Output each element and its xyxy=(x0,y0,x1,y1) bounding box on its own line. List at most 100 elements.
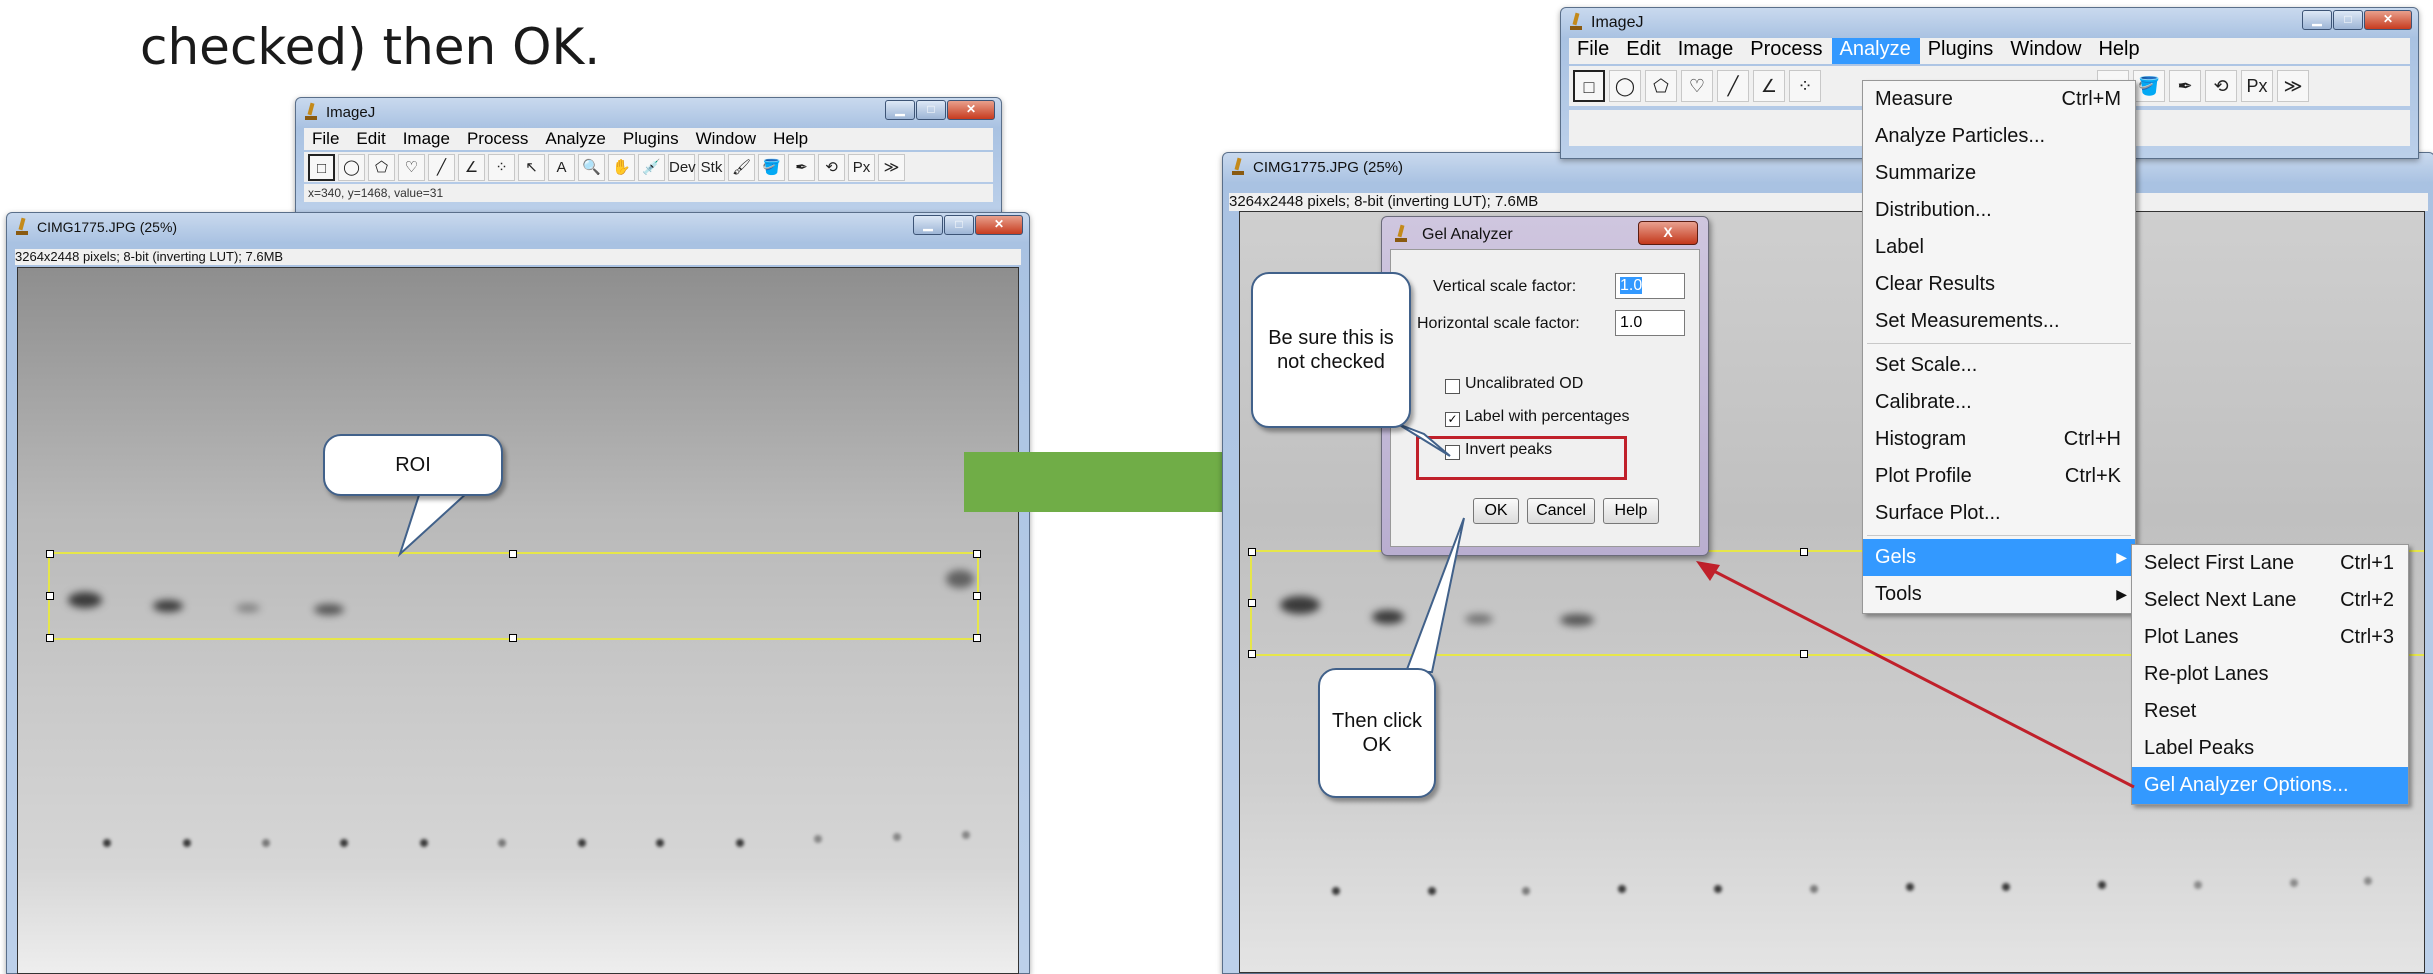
close-button[interactable]: ✕ xyxy=(975,215,1023,235)
maximize-button[interactable]: □ xyxy=(2333,10,2363,30)
close-button[interactable]: ✕ xyxy=(947,100,995,120)
tool-icon[interactable]: ◯ xyxy=(338,153,365,181)
tool-icon[interactable]: □ xyxy=(1573,70,1605,102)
menu-item-set-scale[interactable]: Set Scale... xyxy=(1863,347,2135,384)
tool-icon[interactable]: ⁘ xyxy=(488,153,515,181)
menu-analyze[interactable]: Analyze xyxy=(1831,38,1920,64)
help-button[interactable]: Help xyxy=(1603,498,1659,524)
tool-icon[interactable]: ∠ xyxy=(458,153,485,181)
menu-item-plot-profile[interactable]: Plot Profile Ctrl+K xyxy=(1863,458,2135,495)
menu-process[interactable]: Process xyxy=(459,128,537,150)
menu-image[interactable]: Image xyxy=(395,128,459,150)
menu-image[interactable]: Image xyxy=(1670,38,1743,64)
roi-handle[interactable] xyxy=(1800,548,1808,556)
roi-handle[interactable] xyxy=(1248,548,1256,556)
menu-analyze[interactable]: Analyze xyxy=(537,128,614,150)
titlebar[interactable]: CIMG1775.JPG (25%) ▁ □ ✕ xyxy=(7,213,1029,241)
minimize-button[interactable]: ▁ xyxy=(2302,10,2332,30)
titlebar[interactable]: ImageJ ▁ □ ✕ xyxy=(1561,8,2418,36)
tool-icon[interactable]: ╱ xyxy=(1717,70,1749,102)
menu-item-set-measurements[interactable]: Set Measurements... xyxy=(1863,303,2135,340)
menu-item-tools[interactable]: Tools ▶ xyxy=(1863,576,2135,613)
tool-icon[interactable]: ✋ xyxy=(608,153,635,181)
gel-image-canvas[interactable] xyxy=(17,267,1019,974)
menu-item-summarize[interactable]: Summarize xyxy=(1863,155,2135,192)
menu-window[interactable]: Window xyxy=(688,128,765,150)
menu-item-distribution[interactable]: Distribution... xyxy=(1863,192,2135,229)
ok-button[interactable]: OK xyxy=(1473,498,1519,524)
tool-icon[interactable]: ⟲ xyxy=(2205,70,2237,102)
tool-icon[interactable]: ≫ xyxy=(878,153,905,181)
menu-file[interactable]: File xyxy=(304,128,348,150)
tool-icon[interactable]: 🔍 xyxy=(578,153,605,181)
tool-icon[interactable]: ✒ xyxy=(788,153,815,181)
roi-handle[interactable] xyxy=(46,592,54,600)
tool-icon[interactable]: ✒ xyxy=(2169,70,2201,102)
roi-handle[interactable] xyxy=(46,634,54,642)
menu-help[interactable]: Help xyxy=(2090,38,2148,64)
roi-handle[interactable] xyxy=(973,634,981,642)
menu-edit[interactable]: Edit xyxy=(348,128,394,150)
tool-icon[interactable]: □ xyxy=(308,153,335,181)
menu-help[interactable]: Help xyxy=(765,128,817,150)
tool-icon[interactable]: ⟲ xyxy=(818,153,845,181)
tool-icon[interactable]: 💉 xyxy=(638,153,665,181)
tool-icon[interactable]: Px xyxy=(2241,70,2273,102)
tool-icon[interactable]: ⬠ xyxy=(1645,70,1677,102)
roi-handle[interactable] xyxy=(509,550,517,558)
menu-item-select-first-lane[interactable]: Select First Lane Ctrl+1 xyxy=(2132,545,2408,582)
roi-handle[interactable] xyxy=(1248,650,1256,658)
tool-icon[interactable]: ╱ xyxy=(428,153,455,181)
tool-icon[interactable]: ≫ xyxy=(2277,70,2309,102)
tool-icon[interactable]: ♡ xyxy=(398,153,425,181)
menu-window[interactable]: Window xyxy=(2002,38,2090,64)
menu-plugins[interactable]: Plugins xyxy=(615,128,688,150)
menu-item-label-peaks[interactable]: Label Peaks xyxy=(2132,730,2408,767)
close-button[interactable]: ✕ xyxy=(2364,10,2412,30)
menu-item-histogram[interactable]: Histogram Ctrl+H xyxy=(1863,421,2135,458)
tool-icon[interactable]: ↖ xyxy=(518,153,545,181)
vertical-scale-input[interactable]: 1.0 xyxy=(1615,273,1685,299)
tool-icon[interactable]: ∠ xyxy=(1753,70,1785,102)
roi-rectangle[interactable] xyxy=(46,550,981,642)
tool-icon[interactable]: ◯ xyxy=(1609,70,1641,102)
tool-icon[interactable]: A xyxy=(548,153,575,181)
roi-handle[interactable] xyxy=(509,634,517,642)
menu-item-analyze-particles[interactable]: Analyze Particles... xyxy=(1863,118,2135,155)
menu-item-select-next-lane[interactable]: Select Next Lane Ctrl+2 xyxy=(2132,582,2408,619)
maximize-button[interactable]: □ xyxy=(944,215,974,235)
menu-item-clear-results[interactable]: Clear Results xyxy=(1863,266,2135,303)
menu-item-measure[interactable]: Measure Ctrl+M xyxy=(1863,81,2135,118)
titlebar[interactable]: ImageJ ▁ □ ✕ xyxy=(296,98,1001,126)
menu-file[interactable]: File xyxy=(1569,38,1618,64)
roi-handle[interactable] xyxy=(1800,650,1808,658)
cancel-button[interactable]: Cancel xyxy=(1527,498,1595,524)
menu-edit[interactable]: Edit xyxy=(1618,38,1669,64)
tool-icon[interactable]: 🪣 xyxy=(758,153,785,181)
roi-handle[interactable] xyxy=(973,592,981,600)
roi-handle[interactable] xyxy=(1248,599,1256,607)
roi-handle[interactable] xyxy=(46,550,54,558)
minimize-button[interactable]: ▁ xyxy=(885,100,915,120)
horizontal-scale-input[interactable]: 1.0 xyxy=(1615,310,1685,336)
tool-icon[interactable]: Dev xyxy=(668,153,696,181)
menu-item-re-plot-lanes[interactable]: Re-plot Lanes xyxy=(2132,656,2408,693)
uncalibrated-od-checkbox[interactable] xyxy=(1445,379,1460,394)
menu-item-calibrate[interactable]: Calibrate... xyxy=(1863,384,2135,421)
menu-item-gel-analyzer-options[interactable]: Gel Analyzer Options... xyxy=(2132,767,2408,804)
tool-icon[interactable]: ♡ xyxy=(1681,70,1713,102)
tool-icon[interactable]: 🪣 xyxy=(2133,70,2165,102)
tool-icon[interactable]: Stk xyxy=(698,153,725,181)
menu-plugins[interactable]: Plugins xyxy=(1920,38,2003,64)
menu-item-reset[interactable]: Reset xyxy=(2132,693,2408,730)
menu-item-surface-plot[interactable]: Surface Plot... xyxy=(1863,495,2135,532)
maximize-button[interactable]: □ xyxy=(916,100,946,120)
tool-icon[interactable]: 🖌 xyxy=(728,153,755,181)
menu-item-plot-lanes[interactable]: Plot Lanes Ctrl+3 xyxy=(2132,619,2408,656)
minimize-button[interactable]: ▁ xyxy=(913,215,943,235)
menu-item-label[interactable]: Label xyxy=(1863,229,2135,266)
menu-process[interactable]: Process xyxy=(1742,38,1831,64)
tool-icon[interactable]: Px xyxy=(848,153,875,181)
label-percentages-checkbox[interactable]: ✓ xyxy=(1445,412,1460,427)
tool-icon[interactable]: ⬠ xyxy=(368,153,395,181)
